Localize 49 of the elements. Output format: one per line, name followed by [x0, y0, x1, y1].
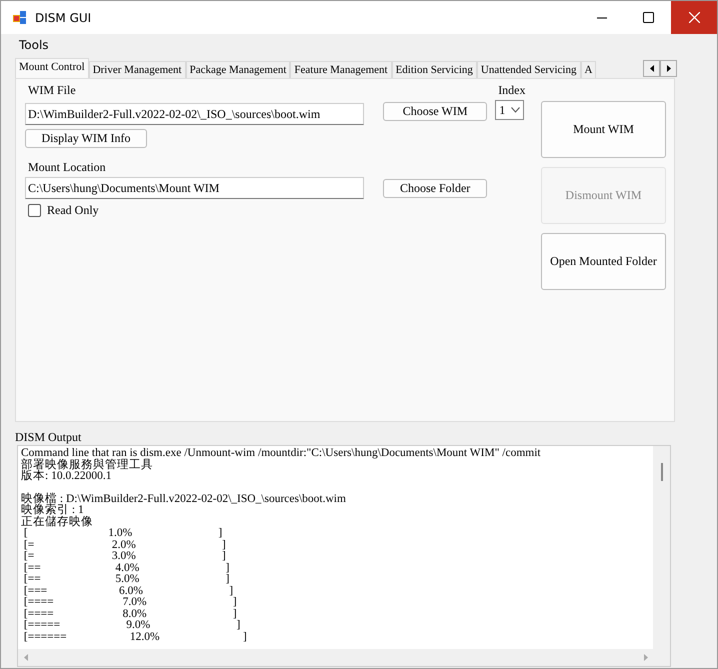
output-line: [== 5.0% ] — [22, 574, 230, 586]
tab[interactable]: A — [580, 61, 596, 78]
output-line: 版本: 10.0.22000.1 — [21, 471, 112, 482]
field-label: Mount Location — [27, 160, 107, 174]
vertical-scrollbar[interactable] — [653, 446, 670, 649]
index-dropdown[interactable]: 1 — [495, 100, 524, 120]
tab[interactable]: Unattended Servicing — [476, 61, 580, 78]
output-line: [====== 12.0% ] — [22, 632, 248, 643]
tab[interactable]: Feature Management — [290, 61, 392, 78]
menu-item[interactable]: Tools — [12, 38, 56, 52]
output-line: [ 1.0% ] — [22, 528, 224, 540]
field-label: Index — [497, 83, 527, 97]
action-button[interactable]: Mount WIM — [540, 101, 666, 158]
display-wim-info-button[interactable]: Display WIM Info — [25, 129, 147, 148]
left-arrow-icon — [648, 64, 656, 72]
output-line: 部署映像服務與管理工具 — [21, 460, 154, 470]
tab-scroll-left-button[interactable] — [643, 60, 660, 76]
app-icon — [13, 10, 27, 24]
output-line: [== 4.0% ] — [22, 562, 230, 574]
output-line: 映像索引 : 1 — [21, 505, 84, 516]
close-icon — [688, 12, 700, 23]
output-line: 正在儲存映像 — [21, 516, 94, 528]
field-label: WIM File — [27, 83, 77, 97]
action-button[interactable]: Open Mounted Folder — [540, 233, 666, 290]
input-field[interactable]: D:\WimBuilder2-Full.v2022-02-02\_ISO_\sources\boot.wim — [25, 103, 364, 125]
checkbox-label: Read Only — [47, 203, 99, 218]
maximize-icon — [642, 12, 654, 23]
window-title: DISM GUI — [35, 10, 92, 24]
output-label: DISM Output — [15, 430, 82, 443]
choose-wim-button[interactable]: Choose WIM — [383, 102, 488, 121]
chevron-down-icon — [511, 107, 520, 113]
tab[interactable]: Driver Management — [88, 61, 186, 78]
output-line: 映像檔 : D:\WimBuilder2-Full.v2022-02-02\_ISO_\sources\boot.wim — [21, 494, 347, 504]
tab[interactable]: Mount Control — [15, 58, 89, 78]
right-arrow-icon — [664, 64, 672, 72]
tab-scroll-right-button[interactable] — [660, 60, 677, 76]
tab[interactable]: Package Management — [186, 61, 290, 78]
output-line: [= 2.0% ] — [22, 540, 227, 551]
output-line: [=== 6.0% ] — [22, 586, 234, 597]
output-line: [==== 8.0% ] — [22, 608, 238, 620]
input-field[interactable]: C:\Users\hung\Documents\Mount WIM — [25, 177, 364, 199]
close-button[interactable] — [671, 1, 717, 34]
choose-folder-button[interactable]: Choose Folder — [383, 179, 488, 198]
output-line: [= 3.0% ] — [22, 551, 227, 562]
output-line: [===== 9.0% ] — [22, 620, 242, 632]
checkbox[interactable] — [28, 204, 41, 217]
tab[interactable]: Edition Servicing — [392, 61, 477, 78]
output-line: [==== 7.0% ] — [22, 597, 238, 608]
output-line: Command line that ran is dism.exe /Unmount-wim /mountdir:"C:\Users\hung\Documents\Mount WIM" /commit — [21, 448, 542, 459]
